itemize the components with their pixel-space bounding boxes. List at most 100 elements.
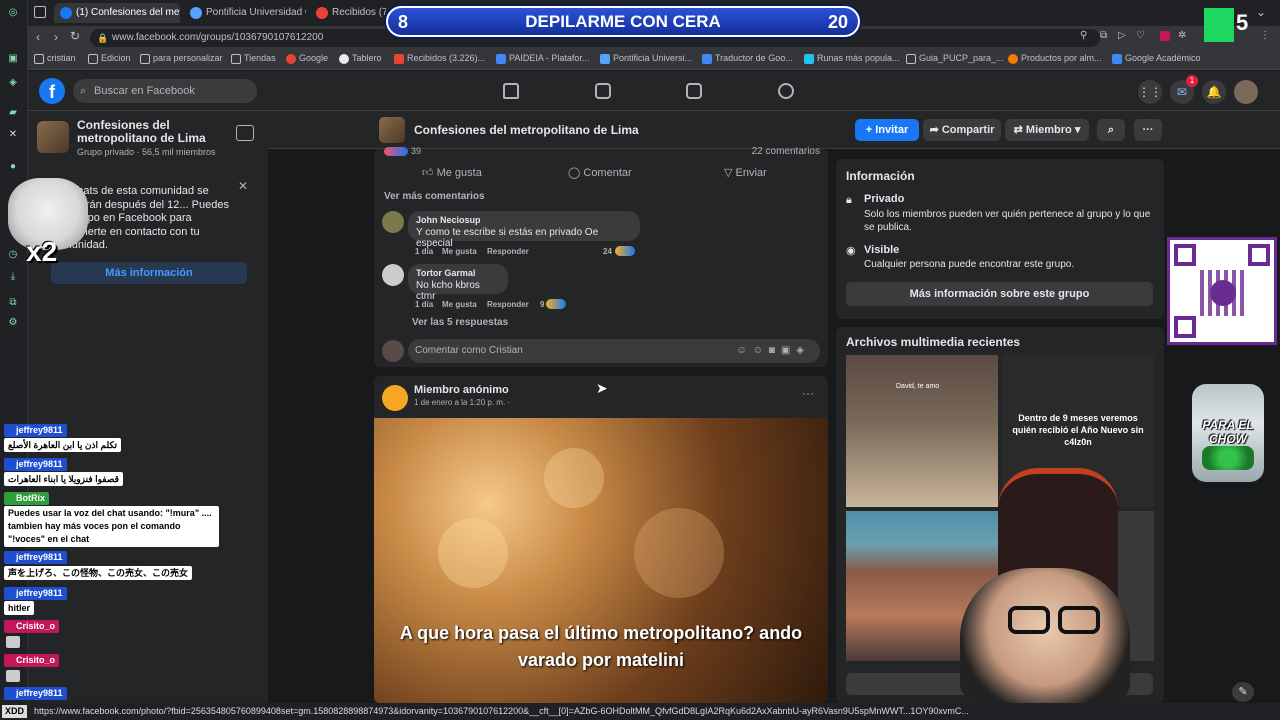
download-icon[interactable]: ⤓ bbox=[6, 270, 20, 284]
comment-reaction-count[interactable]: 24 bbox=[603, 247, 612, 256]
settings-icon[interactable]: ⚙ bbox=[6, 316, 20, 330]
group-avatar[interactable] bbox=[37, 121, 69, 153]
pin-icon[interactable]: ⚲ bbox=[1080, 30, 1087, 41]
bookmark-edicion[interactable]: Edicion bbox=[88, 53, 131, 64]
marketplace-icon[interactable] bbox=[686, 83, 702, 99]
tab-actions-icon[interactable] bbox=[34, 6, 46, 18]
browser-logo-icon[interactable]: ◎ bbox=[6, 6, 20, 20]
comment-reaction-count[interactable]: 9 bbox=[540, 300, 544, 309]
group-search-button[interactable]: ⌕ bbox=[1097, 119, 1125, 141]
menu-grid-icon[interactable]: ⋮⋮ bbox=[1138, 80, 1162, 104]
post-date[interactable]: 1 de enero a la 1:20 p. m. · bbox=[414, 398, 510, 407]
bookmark-tiendas[interactable]: Tiendas bbox=[231, 53, 276, 64]
bookmark-recibidos[interactable]: Recibidos (3.226)... bbox=[394, 53, 485, 64]
eye-icon: ◉ bbox=[846, 245, 856, 257]
visible-desc: Cualquier persona puede encontrar este g… bbox=[864, 259, 1075, 270]
group-more-button[interactable]: ··· bbox=[1134, 119, 1162, 141]
video-icon[interactable] bbox=[595, 83, 611, 99]
group-header-avatar[interactable] bbox=[379, 117, 405, 143]
see-replies-link[interactable]: Ver las 5 respuestas bbox=[412, 317, 508, 328]
comment-reply[interactable]: Responder bbox=[487, 247, 529, 256]
post-image[interactable]: A que hora pasa el último metropolitano?… bbox=[374, 418, 828, 703]
post-options-icon[interactable]: ··· bbox=[802, 386, 814, 400]
clock-icon[interactable]: ◷ bbox=[6, 248, 20, 262]
tab-label: Pontificia Universidad Cat bbox=[206, 7, 306, 18]
bookmark-google-academico[interactable]: Google Académico bbox=[1112, 53, 1201, 64]
reactions-icon[interactable] bbox=[384, 147, 408, 156]
more-info-group-button[interactable]: Más información sobre este grupo bbox=[846, 282, 1153, 306]
facebook-logo-icon[interactable]: f bbox=[39, 78, 65, 104]
more-info-button[interactable]: Más información bbox=[51, 262, 247, 284]
twitch-icon[interactable]: ▰ bbox=[6, 106, 20, 120]
browser-menu-icon[interactable]: ⋮ bbox=[1260, 30, 1270, 41]
close-notice-icon[interactable]: ✕ bbox=[238, 179, 248, 193]
commenter-avatar[interactable] bbox=[382, 264, 404, 286]
groups-icon[interactable] bbox=[778, 83, 794, 99]
group-header-name[interactable]: Confesiones del metropolitano de Lima bbox=[414, 123, 639, 137]
productos-icon bbox=[1008, 54, 1018, 64]
bookmark-tablero[interactable]: Tablero bbox=[339, 53, 382, 64]
group-name[interactable]: Confesiones del metropolitano de Lima bbox=[77, 119, 227, 145]
tab-facebook[interactable]: (1) Confesiones del metro bbox=[54, 3, 180, 23]
invite-button[interactable]: + Invitar bbox=[855, 119, 919, 141]
extension-icon-2[interactable]: ◈ bbox=[6, 76, 20, 90]
profile-avatar[interactable] bbox=[1234, 80, 1258, 104]
commenter-name[interactable]: Tortor Garmal bbox=[416, 268, 500, 278]
comment-input[interactable]: Comentar como Cristian ☺☺◙▣◈ bbox=[408, 339, 820, 363]
compose-icon[interactable]: ✎ bbox=[1232, 682, 1254, 702]
reactions-count[interactable]: 39 bbox=[411, 146, 421, 156]
bookmark-paideia[interactable]: PAIDEIA - Platafor... bbox=[496, 53, 589, 64]
window-menu-icon[interactable]: ⌄ bbox=[1256, 5, 1266, 19]
like-button[interactable]: 👍︎ Me gusta bbox=[422, 166, 482, 179]
comments-count[interactable]: 22 comentarios bbox=[752, 146, 820, 157]
notifications-icon[interactable]: 🔔 bbox=[1202, 80, 1226, 104]
bookmark-pontificia[interactable]: Pontificia Universi... bbox=[600, 53, 692, 64]
commenter-avatar[interactable] bbox=[382, 211, 404, 233]
gmail-favicon-icon bbox=[316, 7, 328, 19]
comment-button[interactable]: ◯ Comentar bbox=[568, 166, 632, 179]
more-comments-link[interactable]: Ver más comentarios bbox=[384, 191, 485, 202]
bookmark-google[interactable]: Google bbox=[286, 53, 328, 64]
screenshot-icon[interactable]: ⧉ bbox=[1100, 30, 1107, 41]
share-button[interactable]: ➦ Compartir bbox=[923, 119, 1001, 141]
chat-message: تكلم اذن يا ابن العاهرة الأصلع bbox=[4, 438, 121, 452]
spotify-icon[interactable]: ● bbox=[6, 160, 20, 174]
comment-like[interactable]: Me gusta bbox=[442, 247, 477, 256]
member-button[interactable]: ⇄ Miembro ▾ bbox=[1005, 119, 1089, 141]
extension-pink-icon[interactable] bbox=[1160, 31, 1170, 41]
back-icon[interactable]: ‹ bbox=[36, 30, 40, 44]
comment-placeholder: Comentar como Cristian bbox=[415, 345, 523, 356]
facebook-search-input[interactable]: ⌕ Buscar en Facebook bbox=[73, 79, 257, 103]
x-icon[interactable]: ✕ bbox=[6, 128, 20, 142]
bookmark-para-personalizar[interactable]: para personalizar bbox=[140, 53, 223, 64]
forward-icon[interactable]: › bbox=[54, 30, 58, 44]
reload-icon[interactable]: ↻ bbox=[70, 29, 80, 43]
puzzle-icon[interactable]: ⧉ bbox=[6, 296, 20, 310]
bookmark-guia-pucp[interactable]: Guia_PUCP_para_... bbox=[906, 53, 1004, 64]
comment-tools-icons[interactable]: ☺☺◙▣◈ bbox=[736, 339, 810, 363]
comment-reply[interactable]: Responder bbox=[487, 300, 529, 309]
bookmark-productos[interactable]: Productos por alm... bbox=[1008, 53, 1102, 64]
tab-pucp[interactable]: Pontificia Universidad Cat bbox=[184, 3, 306, 23]
send-button[interactable]: ▽ Enviar bbox=[724, 166, 767, 179]
extension-icon-1[interactable]: ▣ bbox=[6, 52, 20, 66]
extensions-icon[interactable]: ✲ bbox=[1178, 30, 1186, 41]
favorite-icon[interactable]: ♡ bbox=[1136, 30, 1145, 41]
chat-message: قصفوا فنزويلا يا ابناء العاهرات bbox=[4, 472, 123, 486]
bokeh-circle bbox=[634, 508, 724, 598]
bookmark-runas[interactable]: Runas más popula... bbox=[804, 53, 900, 64]
post-author[interactable]: Miembro anónimo bbox=[414, 384, 509, 396]
comment-time[interactable]: 1 día bbox=[415, 247, 433, 256]
comment-time[interactable]: 1 día bbox=[415, 300, 433, 309]
comment-like[interactable]: Me gusta bbox=[442, 300, 477, 309]
comment-reactions-icon[interactable] bbox=[615, 246, 635, 256]
yape-qr-code bbox=[1167, 237, 1277, 345]
tab-gmail[interactable]: Recibidos (7.50 bbox=[310, 3, 386, 23]
home-icon[interactable] bbox=[503, 83, 519, 99]
collapse-sidebar-icon[interactable] bbox=[236, 125, 254, 141]
commenter-name[interactable]: John Neciosup bbox=[416, 215, 632, 225]
bookmark-cristian[interactable]: cristian bbox=[34, 53, 76, 64]
play-icon[interactable]: ▷ bbox=[1118, 30, 1126, 41]
comment-reactions-icon[interactable] bbox=[546, 299, 566, 309]
bookmark-traductor[interactable]: Traductor de Goo... bbox=[702, 53, 793, 64]
